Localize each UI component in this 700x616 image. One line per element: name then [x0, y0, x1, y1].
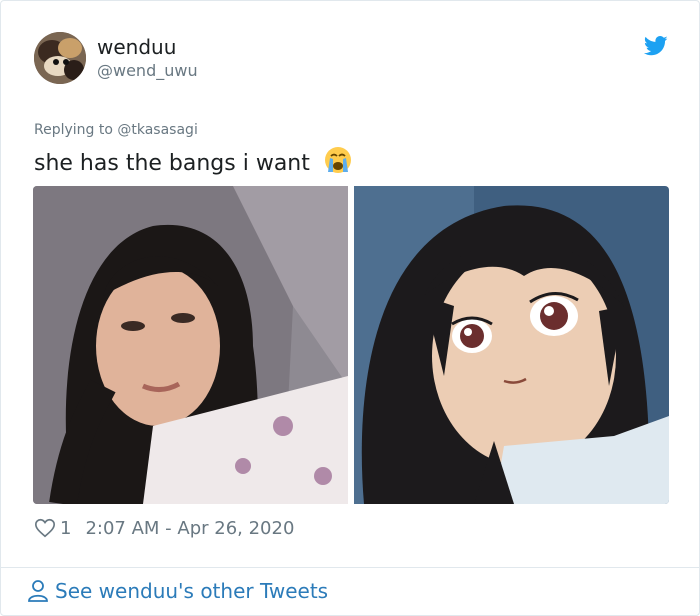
tweet-meta: 1 2:07 AM - Apr 26, 2020: [34, 517, 294, 539]
person-icon: [28, 580, 48, 602]
tweet-text-row: she has the bangs i want: [34, 145, 353, 176]
selfie-photo: [33, 186, 348, 504]
tweet-photo-1[interactable]: [33, 186, 348, 504]
heart-icon[interactable]: [34, 517, 56, 539]
tweet-photo-2[interactable]: [354, 186, 669, 504]
tweet-timestamp[interactable]: 2:07 AM - Apr 26, 2020: [85, 518, 294, 539]
replying-to[interactable]: Replying to @tkasasagi: [34, 122, 198, 138]
author-display-name[interactable]: wenduu: [97, 35, 176, 59]
see-other-tweets-link[interactable]: See wenduu's other Tweets: [27, 579, 328, 603]
avatar-photo: [34, 32, 86, 84]
tweet-card: wenduu @wend_uwu Replying to @tkasasagi …: [0, 0, 700, 616]
tweet-text: she has the bangs i want: [34, 151, 310, 176]
loudly-crying-face-emoji: [324, 147, 351, 173]
twitter-bird-icon[interactable]: [644, 36, 668, 56]
footer-divider: [1, 567, 700, 568]
author-avatar[interactable]: [34, 32, 86, 84]
see-other-tweets-label: See wenduu's other Tweets: [55, 579, 329, 603]
anime-portrait: [354, 186, 669, 504]
author-handle[interactable]: @wend_uwu: [97, 61, 198, 80]
like-count[interactable]: 1: [60, 518, 71, 539]
